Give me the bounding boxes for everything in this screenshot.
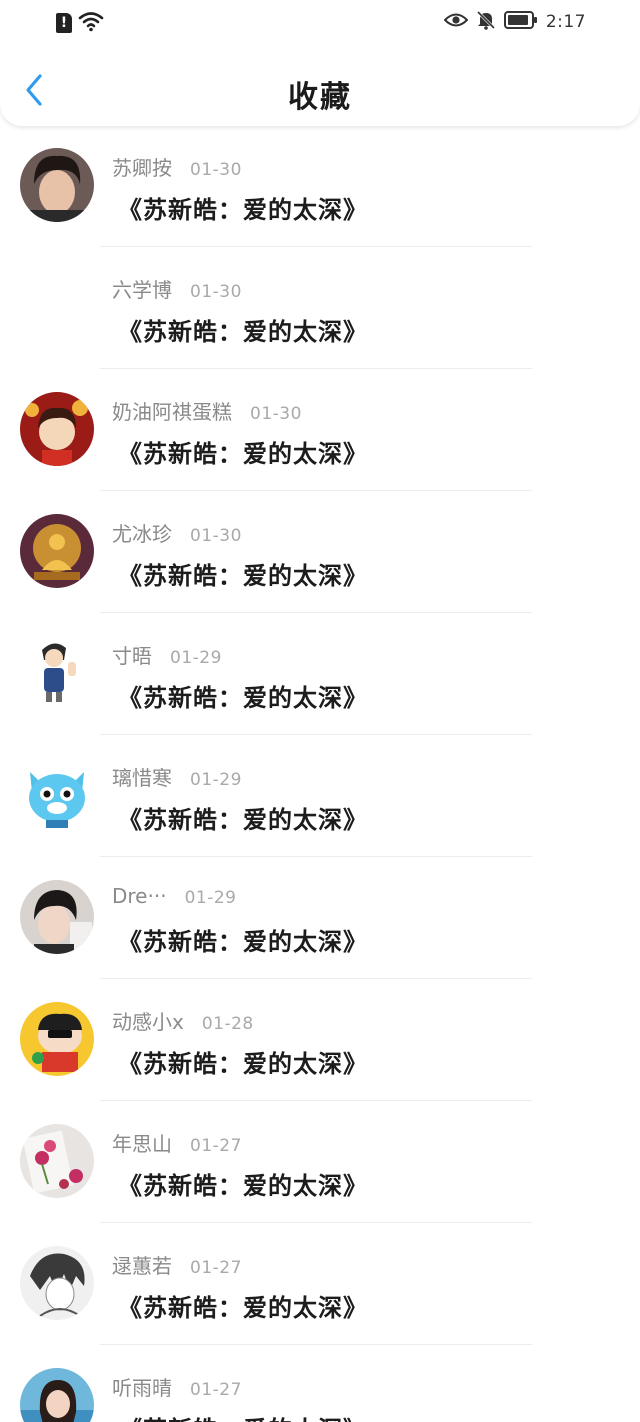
favorite-item[interactable]: 苏卿按 01-30 《苏新皓：爱的太深》 — [0, 126, 640, 248]
favorite-item[interactable]: 寸晤 01-29 《苏新皓：爱的太深》 — [0, 614, 640, 736]
favorite-item[interactable]: 听雨晴 01-27 《苏新皓：爱的太深》 — [0, 1346, 640, 1422]
divider — [100, 368, 532, 369]
favorite-title[interactable]: 《苏新皓：爱的太深》 — [118, 1288, 368, 1323]
page-title: 收藏 — [288, 80, 352, 115]
status-right-icons: 2:17 — [443, 10, 586, 34]
item-date: 01-30 — [190, 282, 242, 302]
avatar[interactable] — [20, 880, 94, 954]
item-meta: Dre··· 01-29 — [112, 884, 236, 908]
username[interactable]: 璃惜寒 — [112, 762, 172, 791]
divider — [100, 978, 532, 979]
username[interactable]: 寸晤 — [112, 640, 152, 669]
avatar[interactable] — [20, 1002, 94, 1076]
item-date: 01-30 — [250, 404, 302, 424]
favorite-title[interactable]: 《苏新皓：爱的太深》 — [118, 1166, 368, 1201]
item-meta: 璃惜寒 01-29 — [112, 762, 242, 791]
item-meta: 六学博 01-30 — [112, 274, 242, 303]
divider — [100, 612, 532, 613]
favorite-title[interactable]: 《苏新皓：爱的太深》 — [118, 1044, 368, 1079]
item-date: 01-29 — [184, 888, 237, 908]
username[interactable]: Dre··· — [112, 884, 167, 908]
avatar[interactable] — [20, 148, 94, 222]
avatar[interactable] — [20, 1124, 94, 1198]
avatar-empty[interactable] — [20, 270, 94, 344]
avatar[interactable] — [20, 636, 94, 710]
favorite-item[interactable]: 年思山 01-27 《苏新皓：爱的太深》 — [0, 1102, 640, 1224]
divider — [100, 246, 532, 247]
favorite-item[interactable]: 奶油阿祺蛋糕 01-30 《苏新皓：爱的太深》 — [0, 370, 640, 492]
favorites-page: 2:17 收藏 苏卿按01-30《苏新皓：爱的太深》六学博01-30《苏新皓：爱… — [0, 0, 640, 1422]
status-time: 2:17 — [545, 12, 586, 32]
item-date: 01-27 — [190, 1258, 242, 1278]
favorite-item[interactable]: Dre··· 01-29 《苏新皓：爱的太深》 — [0, 858, 640, 980]
item-meta: 年思山 01-27 — [112, 1128, 242, 1157]
favorite-title[interactable]: 《苏新皓：爱的太深》 — [118, 922, 368, 957]
sim-alert-icon — [56, 13, 72, 33]
divider — [100, 1100, 532, 1101]
avatar[interactable] — [20, 514, 94, 588]
favorite-item[interactable]: 六学博 01-30 《苏新皓：爱的太深》 — [0, 248, 640, 370]
avatar[interactable] — [20, 758, 94, 832]
item-meta: 听雨晴 01-27 — [112, 1372, 242, 1401]
favorite-title[interactable]: 《苏新皓：爱的太深》 — [118, 190, 368, 225]
item-date: 01-27 — [190, 1136, 242, 1156]
favorite-item[interactable]: 动感小x 01-28 《苏新皓：爱的太深》 — [0, 980, 640, 1102]
item-date: 01-28 — [201, 1014, 254, 1034]
username[interactable]: 尤冰珍 — [112, 518, 172, 547]
username[interactable]: 听雨晴 — [112, 1372, 172, 1401]
favorite-title[interactable]: 《苏新皓：爱的太深》 — [118, 678, 368, 713]
item-meta: 尤冰珍 01-30 — [112, 518, 242, 547]
item-meta: 动感小x 01-28 — [112, 1006, 254, 1035]
item-date: 01-29 — [190, 770, 242, 790]
favorite-title[interactable]: 《苏新皓：爱的太深》 — [118, 556, 368, 591]
bell-muted-icon — [476, 10, 496, 34]
app-header: 2:17 收藏 — [0, 0, 640, 126]
divider — [100, 490, 532, 491]
favorite-title[interactable]: 《苏新皓：爱的太深》 — [118, 312, 368, 347]
divider — [100, 1344, 532, 1345]
item-meta: 寸晤 01-29 — [112, 640, 222, 669]
item-date: 01-30 — [190, 526, 242, 546]
avatar[interactable] — [20, 392, 94, 466]
item-date: 01-30 — [190, 160, 242, 180]
favorite-item[interactable]: 尤冰珍 01-30 《苏新皓：爱的太深》 — [0, 492, 640, 614]
username[interactable]: 年思山 — [112, 1128, 172, 1157]
divider — [100, 734, 532, 735]
favorites-list: 苏卿按 01-30 《苏新皓：爱的太深》 六学博 01-30 《苏新皓：爱的太深》 奶油阿祺… — [0, 126, 640, 1422]
username[interactable]: 动感小x — [112, 1006, 184, 1035]
item-date: 01-27 — [190, 1380, 242, 1400]
avatar[interactable] — [20, 1368, 94, 1422]
battery-icon — [503, 11, 538, 33]
favorite-title[interactable]: 《苏新皓：爱的太深》 — [118, 1410, 368, 1422]
title-bar: 收藏 — [0, 52, 640, 126]
username[interactable]: 逯蕙若 — [112, 1250, 172, 1279]
username[interactable]: 苏卿按 — [112, 152, 172, 181]
favorite-item[interactable]: 璃惜寒 01-29 《苏新皓：爱的太深》 — [0, 736, 640, 858]
divider — [100, 856, 532, 857]
wifi-icon — [78, 10, 104, 36]
favorite-title[interactable]: 《苏新皓：爱的太深》 — [118, 434, 368, 469]
divider — [100, 1222, 532, 1223]
item-meta: 逯蕙若 01-27 — [112, 1250, 242, 1279]
favorite-title[interactable]: 《苏新皓：爱的太深》 — [118, 800, 368, 835]
avatar[interactable] — [20, 1246, 94, 1320]
status-left-icons — [56, 10, 104, 36]
item-meta: 苏卿按 01-30 — [112, 152, 242, 181]
status-bar: 2:17 — [0, 0, 640, 44]
favorite-item[interactable]: 逯蕙若 01-27 《苏新皓：爱的太深》 — [0, 1224, 640, 1346]
item-date: 01-29 — [170, 648, 222, 668]
username[interactable]: 六学博 — [112, 274, 172, 303]
item-meta: 奶油阿祺蛋糕 01-30 — [112, 396, 302, 425]
eye-icon — [443, 11, 469, 33]
username[interactable]: 奶油阿祺蛋糕 — [112, 396, 232, 425]
